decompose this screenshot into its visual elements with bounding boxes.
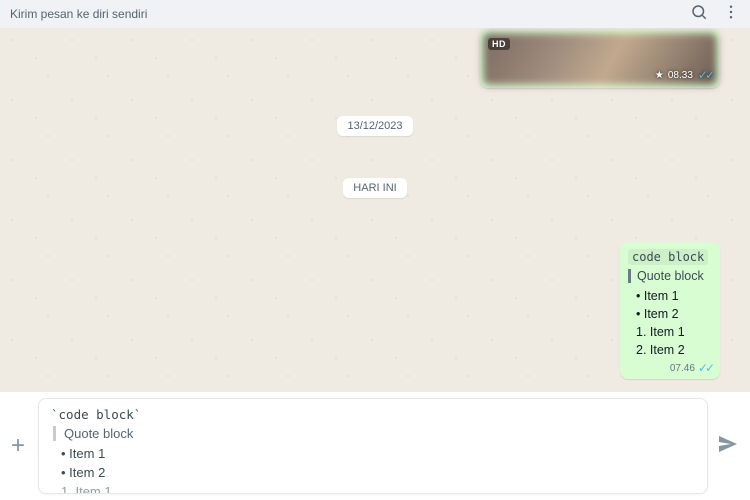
list-item: Item 2 bbox=[636, 305, 712, 323]
input-bullet-list: Item 1 Item 2 bbox=[51, 445, 695, 483]
message-time: 07.46 bbox=[670, 363, 695, 374]
message-media[interactable]: HD ★ 08.33 ✓✓ bbox=[480, 30, 720, 88]
list-item: Item 1 bbox=[61, 445, 695, 464]
send-icon[interactable] bbox=[716, 432, 740, 461]
search-icon[interactable] bbox=[690, 3, 708, 26]
list-item: 2. Item 2 bbox=[636, 341, 712, 359]
message-input[interactable]: `code block` Quote block Item 1 Item 2 1… bbox=[38, 398, 708, 494]
message-meta: 07.46 ✓✓ bbox=[628, 361, 712, 375]
chat-scroll: HD ★ 08.33 ✓✓ 13/12/2023 HARI INI code b… bbox=[0, 28, 750, 391]
media-meta: ★ 08.33 ✓✓ bbox=[655, 68, 712, 82]
list-item: Item 1 bbox=[636, 287, 712, 305]
read-ticks-icon: ✓✓ bbox=[698, 68, 712, 82]
composer: + `code block` Quote block Item 1 Item 2… bbox=[0, 391, 750, 500]
star-icon: ★ bbox=[655, 70, 664, 81]
chat-header-title: Kirim pesan ke diri sendiri bbox=[10, 7, 676, 21]
input-code-line: `code block` bbox=[51, 407, 695, 422]
code-block: code block bbox=[628, 249, 708, 265]
date-separator: HARI INI bbox=[343, 178, 406, 198]
app-root: Kirim pesan ke diri sendiri HD ★ 08.33 ✓… bbox=[0, 0, 750, 500]
list-item: 1. Item 1 bbox=[636, 323, 712, 341]
date-separator: 13/12/2023 bbox=[337, 116, 412, 136]
numbered-list: 1. Item 1 2. Item 2 bbox=[628, 323, 712, 359]
attach-icon[interactable]: + bbox=[6, 432, 30, 460]
hd-badge: HD bbox=[488, 38, 510, 50]
message-bubble[interactable]: code block Quote block Item 1 Item 2 1. … bbox=[620, 242, 720, 380]
input-numbered-list: 1. Item 1 bbox=[51, 483, 695, 494]
input-quote-line: Quote block bbox=[53, 426, 695, 441]
list-item: Item 2 bbox=[61, 464, 695, 483]
quote-block: Quote block bbox=[628, 269, 712, 283]
media-time: 08.33 bbox=[668, 70, 693, 81]
read-ticks-icon: ✓✓ bbox=[698, 361, 712, 375]
list-item: 1. Item 1 bbox=[61, 483, 695, 494]
bullet-list: Item 1 Item 2 bbox=[628, 287, 712, 323]
chat-area[interactable]: HD ★ 08.33 ✓✓ 13/12/2023 HARI INI code b… bbox=[0, 28, 750, 391]
chat-header: Kirim pesan ke diri sendiri bbox=[0, 0, 750, 28]
menu-icon[interactable] bbox=[722, 3, 740, 26]
